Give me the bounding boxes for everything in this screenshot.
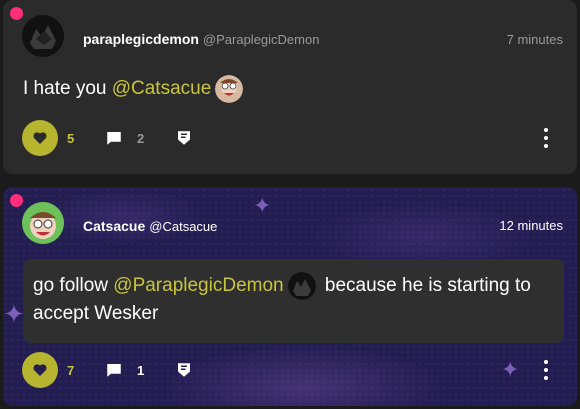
- notification-dot: [10, 7, 23, 20]
- post-actions: 7 1: [3, 350, 577, 390]
- heart-icon: [33, 132, 47, 144]
- avatar[interactable]: [22, 15, 64, 57]
- post-body-box: go follow @ParaplegicDemon because he is…: [23, 259, 564, 343]
- post-time: 12 minutes: [499, 218, 563, 233]
- mention-avatar: [287, 272, 316, 300]
- more-options-button[interactable]: [543, 360, 549, 380]
- notification-dot: [10, 194, 23, 207]
- comment-count: 1: [137, 363, 145, 378]
- like-count: 7: [67, 363, 75, 378]
- sparkle-decoration: ✦: [253, 193, 272, 218]
- avatar[interactable]: [22, 202, 64, 244]
- post-card: ✦ ✦ ✦ Catsacue @Catsacue 12 minutes go fo…: [3, 187, 577, 406]
- share-button[interactable]: [174, 360, 194, 380]
- comment-button[interactable]: [104, 360, 124, 380]
- mention-avatar: [215, 75, 244, 103]
- post-author: Catsacue @Catsacue: [83, 218, 217, 234]
- more-icon: [544, 128, 548, 132]
- comment-count: 2: [137, 131, 145, 146]
- post-actions: 5 2: [3, 118, 577, 158]
- username[interactable]: Catsacue: [83, 218, 145, 234]
- username[interactable]: paraplegicdemon: [83, 31, 199, 47]
- more-options-button[interactable]: [543, 128, 549, 148]
- user-handle: @ParaplegicDemon: [202, 32, 320, 47]
- post-time: 7 minutes: [506, 32, 563, 47]
- like-button[interactable]: [22, 352, 58, 388]
- sparkle-decoration: ✦: [3, 299, 25, 329]
- share-button[interactable]: [174, 128, 194, 148]
- more-icon: [544, 360, 548, 364]
- post-body: I hate you @Catsacue: [23, 75, 247, 103]
- post-text: go follow: [33, 275, 114, 297]
- like-count: 5: [67, 131, 75, 146]
- user-handle: @Catsacue: [149, 219, 218, 234]
- heart-icon: [33, 364, 47, 376]
- comment-icon: [107, 364, 121, 377]
- post-body: go follow @ParaplegicDemon because he is…: [33, 272, 553, 328]
- like-button[interactable]: [22, 120, 58, 156]
- post-author: paraplegicdemon @ParaplegicDemon: [83, 31, 319, 47]
- post-card: paraplegicdemon @ParaplegicDemon 7 minute…: [3, 0, 577, 174]
- mention-link[interactable]: @ParaplegicDemon: [113, 275, 283, 296]
- share-icon: [178, 131, 190, 145]
- mention-link[interactable]: @Catsacue: [112, 78, 212, 99]
- share-icon: [178, 363, 190, 377]
- post-text: I hate you: [23, 78, 112, 100]
- comment-button[interactable]: [104, 128, 124, 148]
- comment-icon: [107, 132, 121, 145]
